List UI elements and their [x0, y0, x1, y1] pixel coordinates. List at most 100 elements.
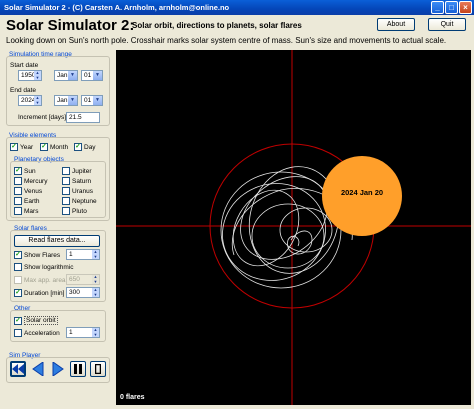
year-checkbox[interactable]: ✓ Year	[10, 143, 33, 151]
start-date-label: Start date	[10, 62, 39, 69]
check-icon: ✓	[14, 289, 22, 297]
planet-label-earth: Earth	[24, 197, 40, 205]
planet-checkbox-saturn[interactable]: Saturn	[62, 177, 91, 185]
duration-value: 300	[69, 289, 80, 296]
checkbox-box	[14, 329, 22, 337]
checkbox-box	[14, 276, 22, 284]
planet-checkbox-neptune[interactable]: Neptune	[62, 197, 97, 205]
show-logarithmic-label: Show logarithmic	[24, 263, 74, 271]
end-year-spinner[interactable]: ▲ ▼	[34, 95, 41, 105]
planet-checkbox-earth[interactable]: Earth	[14, 197, 40, 205]
planet-label-saturn: Saturn	[72, 177, 92, 185]
quit-button[interactable]: Quit	[428, 18, 466, 31]
read-flares-button[interactable]: Read flares data...	[14, 235, 100, 247]
duration-spinner[interactable]: ▲ ▼	[92, 287, 99, 297]
planet-checkbox-mars[interactable]: Mars	[14, 207, 38, 215]
start-month-select[interactable]: Jan ▼	[54, 70, 78, 81]
start-day-select[interactable]: 01 ▼	[81, 70, 103, 81]
show-flares-label: Show Flares	[24, 251, 61, 259]
acceleration-field[interactable]: 1 ▲ ▼	[66, 327, 100, 338]
chevron-down-icon: ▼	[93, 96, 102, 105]
app-subtitle: Solar orbit, directions to planets, sola…	[132, 21, 302, 30]
duration-field[interactable]: 300 ▲ ▼	[66, 287, 100, 298]
check-icon: ✓	[74, 143, 82, 151]
planet-label-uranus: Uranus	[72, 187, 93, 195]
chevron-down-icon: ▼	[68, 71, 77, 80]
checkbox-box	[14, 177, 22, 185]
rewind-button[interactable]	[10, 361, 26, 377]
end-month-select[interactable]: Jan ▼	[54, 95, 78, 106]
close-button[interactable]: ×	[459, 1, 472, 14]
max-area-spinner[interactable]: ▲ ▼	[92, 274, 99, 284]
show-flares-checkbox[interactable]: ✓ Show Flares	[14, 251, 60, 259]
increment-label: Increment [days]	[18, 114, 67, 121]
checkbox-box	[14, 197, 22, 205]
play-button[interactable]	[50, 361, 66, 377]
step-back-button[interactable]	[30, 361, 46, 377]
end-month-value: Jan	[57, 97, 68, 104]
start-year-spinner[interactable]: ▲ ▼	[34, 70, 41, 80]
planet-label-mars: Mars	[24, 207, 39, 215]
end-year-field[interactable]: 2024 ▲ ▼	[18, 95, 42, 106]
check-icon: ✓	[10, 143, 18, 151]
max-area-checkbox[interactable]: Max app. area	[14, 276, 66, 284]
maximize-button[interactable]: □	[445, 1, 458, 14]
planet-label-neptune: Neptune	[72, 197, 97, 205]
orbit-plot	[116, 50, 471, 405]
day-label: Day	[84, 143, 96, 151]
start-year-field[interactable]: 1950 ▲ ▼	[18, 70, 42, 81]
check-icon: ✓	[14, 167, 22, 175]
checkbox-box	[62, 187, 70, 195]
window-title-bar[interactable]: Solar Simulator 2 - (C) Carsten A. Arnho…	[0, 0, 474, 15]
end-day-select[interactable]: 01 ▼	[81, 95, 103, 106]
simulation-canvas[interactable]: 2024 Jan 20 0 flares	[116, 50, 471, 405]
end-day-value: 01	[84, 97, 92, 104]
check-icon: ✓	[14, 251, 22, 259]
planet-checkbox-sun[interactable]: ✓ Sun	[14, 167, 36, 175]
planet-label-jupiter: Jupiter	[72, 167, 92, 175]
planet-label-mercury: Mercury	[24, 177, 48, 185]
show-flares-value: 1	[69, 251, 73, 258]
about-button[interactable]: About	[377, 18, 415, 31]
planet-label-pluto: Pluto	[72, 207, 87, 215]
show-flares-field[interactable]: 1 ▲ ▼	[66, 249, 100, 260]
end-date-label: End date	[10, 87, 37, 94]
max-area-field[interactable]: 650 ▲ ▼	[66, 274, 100, 285]
duration-label: Duration [min]	[24, 289, 65, 297]
duration-checkbox[interactable]: ✓ Duration [min]	[14, 289, 64, 297]
planet-checkbox-jupiter[interactable]: Jupiter	[62, 167, 92, 175]
solar-orbit-label: Solar orbit	[24, 316, 58, 325]
solar-orbit-checkbox[interactable]: ✓ Solar orbit	[14, 316, 58, 325]
play-back-icon	[32, 362, 44, 376]
month-label: Month	[50, 143, 69, 151]
month-checkbox[interactable]: ✓ Month	[40, 143, 68, 151]
app-title: Solar Simulator 2:	[6, 17, 135, 34]
chevron-down-icon: ▼	[93, 71, 102, 80]
checkbox-box	[62, 207, 70, 215]
stop-button[interactable]	[90, 361, 106, 377]
planet-checkbox-mercury[interactable]: Mercury	[14, 177, 47, 185]
planet-checkbox-uranus[interactable]: Uranus	[62, 187, 93, 195]
rewind-icon	[12, 364, 24, 374]
max-area-label: Max app. area	[24, 276, 66, 284]
start-day-value: 01	[84, 72, 92, 79]
day-checkbox[interactable]: ✓ Day	[74, 143, 96, 151]
increment-field[interactable]: 21.5	[66, 112, 100, 123]
check-icon: ✓	[40, 143, 48, 151]
flares-count: 0 flares	[120, 394, 145, 401]
checkbox-box	[62, 167, 70, 175]
pause-icon	[74, 364, 82, 374]
acceleration-checkbox[interactable]: Acceleration	[14, 329, 60, 337]
description-text: Looking down on Sun's north pole. Crossh…	[6, 36, 447, 45]
planet-label-sun: Sun	[24, 167, 36, 175]
max-area-value: 650	[69, 276, 80, 283]
acceleration-spinner[interactable]: ▲ ▼	[92, 327, 99, 337]
planet-checkbox-venus[interactable]: Venus	[14, 187, 42, 195]
show-flares-spinner[interactable]: ▲ ▼	[92, 249, 99, 259]
start-month-value: Jan	[57, 72, 68, 79]
planet-checkbox-pluto[interactable]: Pluto	[62, 207, 87, 215]
year-label: Year	[20, 143, 34, 151]
show-logarithmic-checkbox[interactable]: Show logarithmic	[14, 263, 74, 271]
pause-button[interactable]	[70, 361, 86, 377]
minimize-button[interactable]: _	[431, 1, 444, 14]
